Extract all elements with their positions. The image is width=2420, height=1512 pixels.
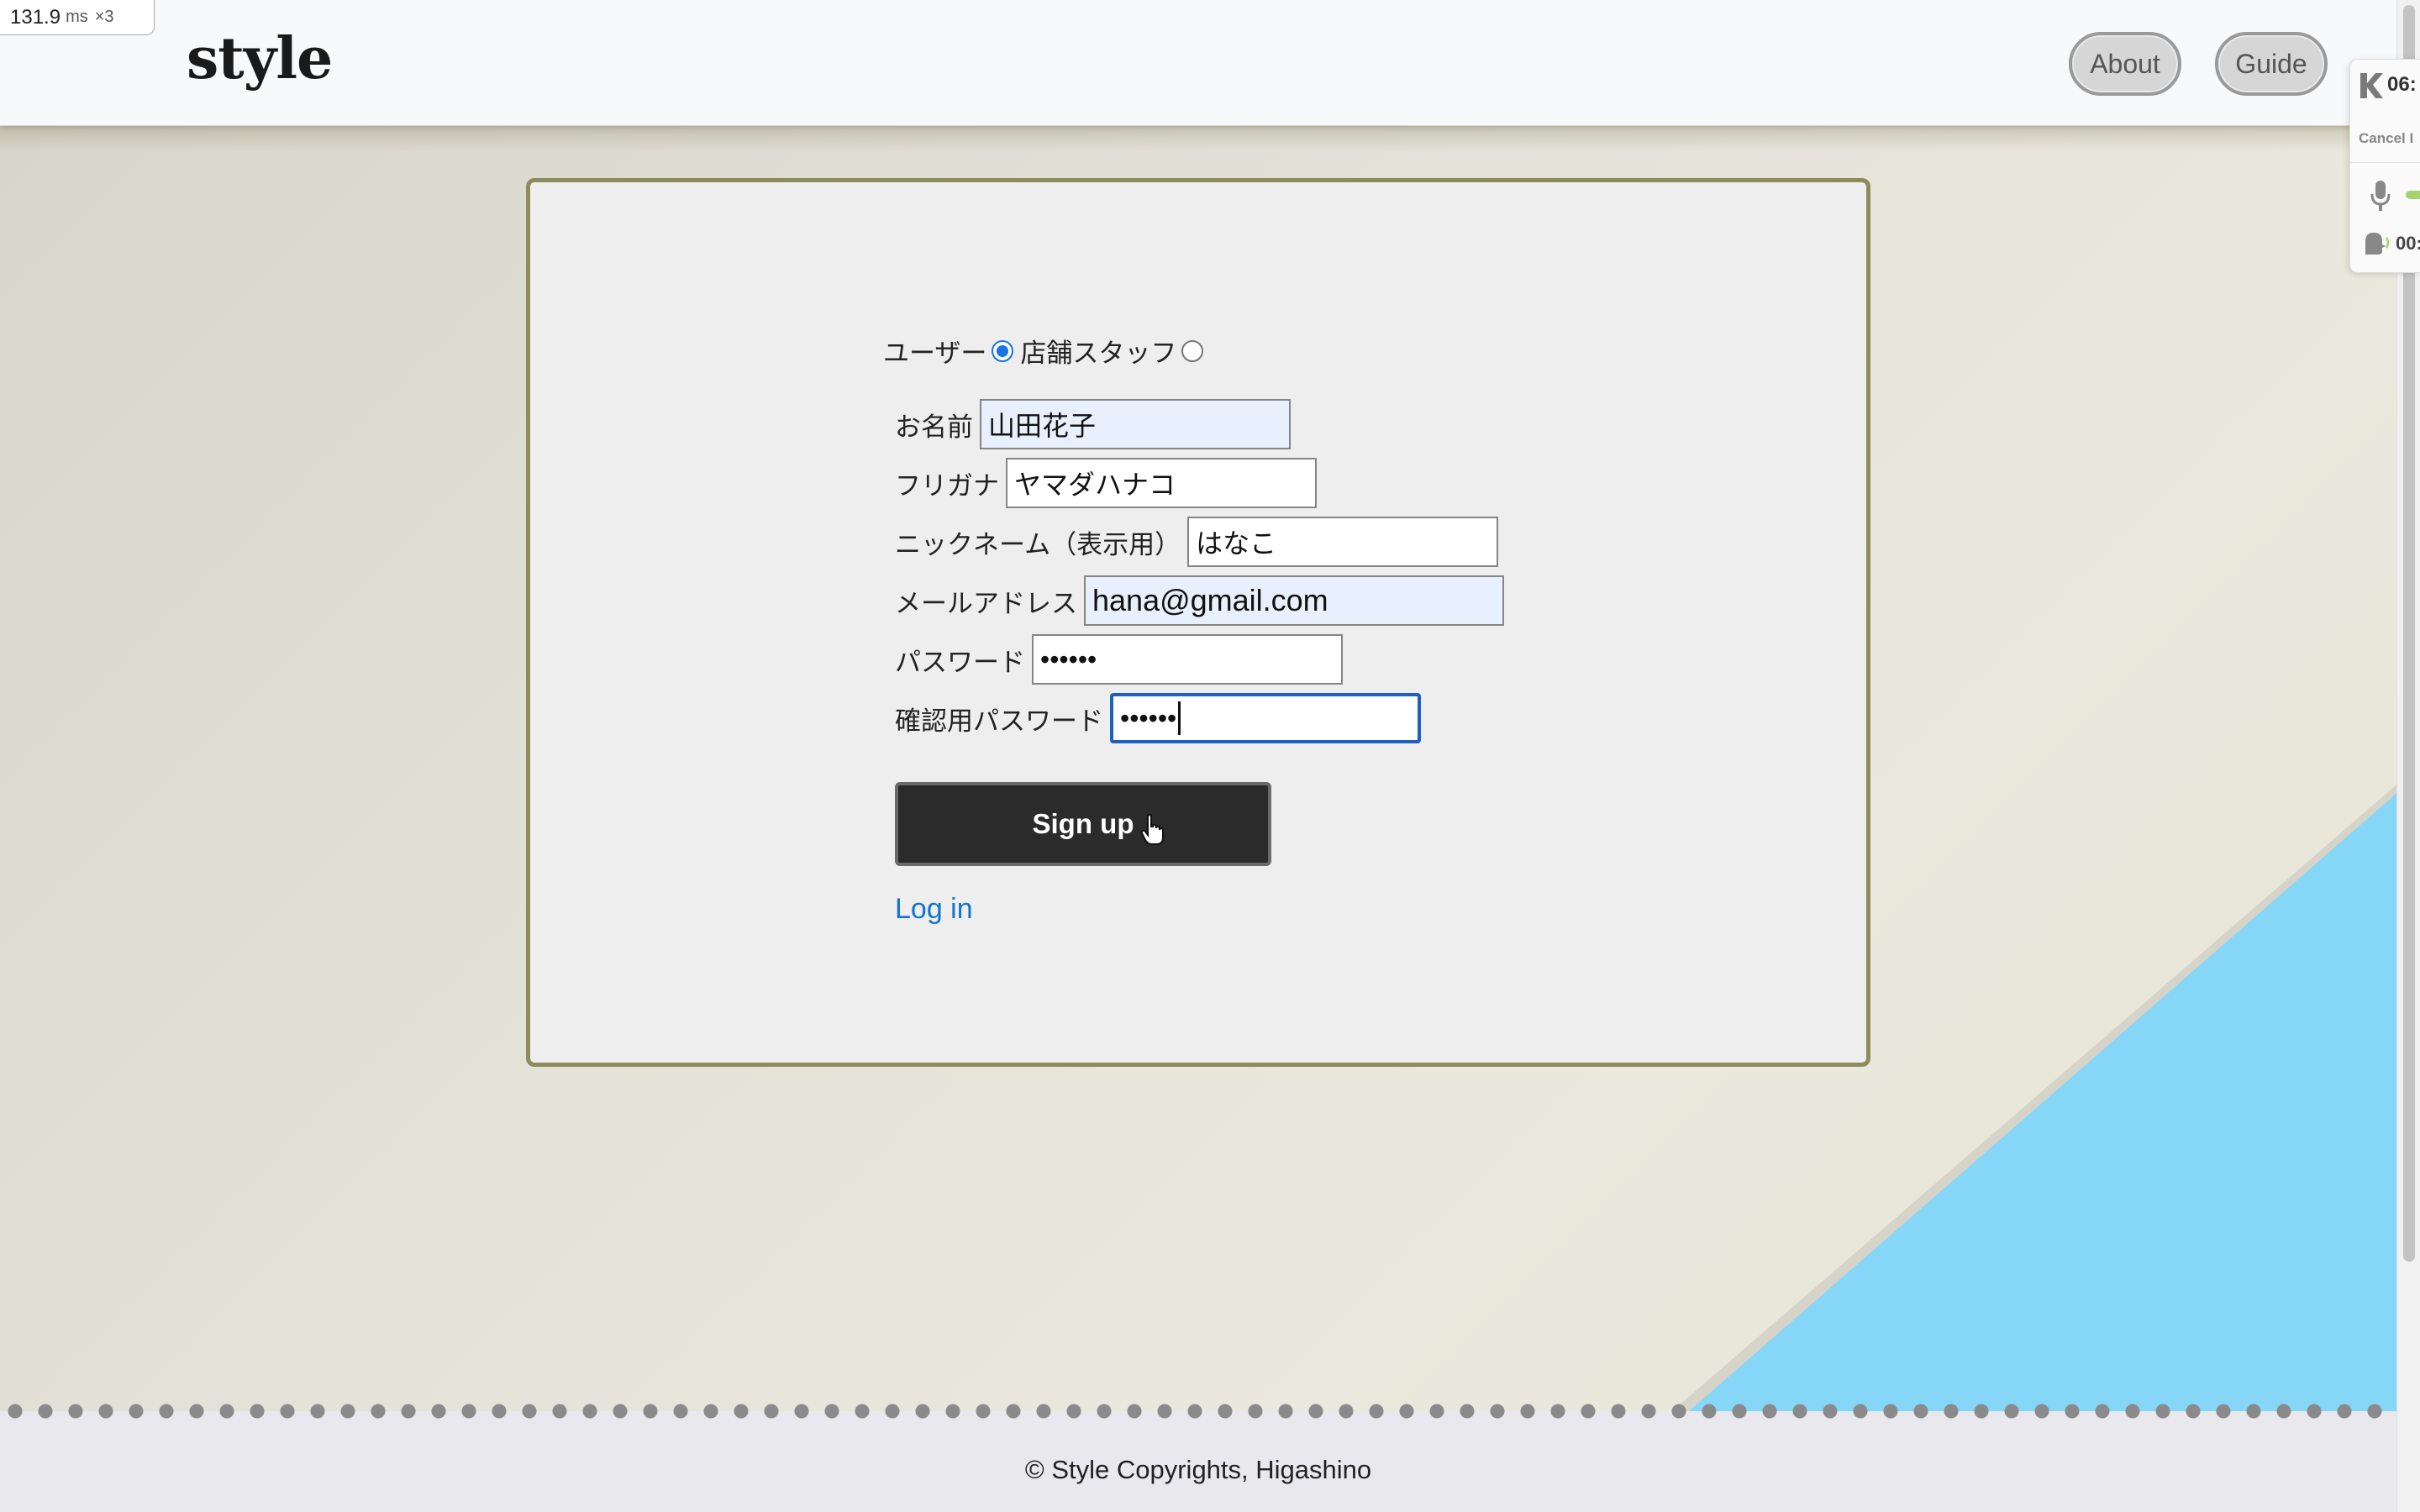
mic-level-indicator: [2406, 191, 2420, 199]
password-confirm-row: 確認用パスワード ••••••: [895, 693, 1421, 743]
recording-widget[interactable]: 06: Cancel I 00:: [2349, 59, 2420, 273]
site-header: style About Guide: [0, 0, 2420, 126]
email-input[interactable]: hana@gmail.com: [1084, 575, 1504, 626]
k-logo-icon: [2360, 73, 2383, 98]
text-caret: [1178, 701, 1181, 735]
login-link[interactable]: Log in: [895, 893, 973, 926]
furigana-input[interactable]: ヤマダハナコ: [1006, 458, 1317, 508]
about-button[interactable]: About: [2069, 32, 2181, 96]
email-label: メールアドレス: [895, 588, 1077, 618]
perf-value: 131.9: [10, 5, 61, 29]
password-confirm-label: 確認用パスワード: [895, 706, 1103, 736]
role-user-radio[interactable]: [992, 339, 1014, 362]
speaker-head-icon[interactable]: [2362, 229, 2392, 258]
footer-dotted-border: [0, 1399, 2396, 1423]
cancel-label[interactable]: Cancel I: [2359, 130, 2413, 147]
nickname-input[interactable]: はなこ: [1187, 517, 1499, 567]
perf-unit: ms: [66, 8, 88, 26]
furigana-row: フリガナ ヤマダハナコ: [895, 458, 1317, 508]
signup-button[interactable]: Sign up: [895, 782, 1271, 866]
password-input[interactable]: ••••••: [1032, 634, 1343, 685]
header-shadow: [0, 126, 2420, 151]
password-confirm-value: ••••••: [1120, 702, 1177, 733]
nickname-label: ニックネーム（表示用）: [895, 529, 1181, 559]
performance-overlay: 131.9 ms ×3: [0, 0, 155, 35]
password-confirm-input[interactable]: ••••••: [1110, 693, 1421, 743]
password-row: パスワード ••••••: [895, 634, 1343, 685]
perf-multiplier: ×3: [94, 8, 114, 26]
microphone-icon[interactable]: [2370, 179, 2391, 213]
footer-copyright: © Style Copyrights, Higashino: [1024, 1455, 1372, 1484]
password-label: パスワード: [895, 647, 1025, 677]
role-user-label: ユーザー: [883, 339, 987, 368]
hand-pointer-cursor-icon: [1140, 814, 1164, 845]
signup-card: ユーザー 店舗スタッフ お名前 山田花子 フリガナ ヤマダハナコ ニックネーム（…: [526, 178, 1870, 1067]
role-selector: ユーザー 店舗スタッフ: [883, 332, 1210, 370]
nickname-row: ニックネーム（表示用） はなこ: [895, 517, 1499, 567]
site-footer: © Style Copyrights, Higashino: [0, 1399, 2396, 1512]
widget-divider: [2350, 162, 2420, 163]
recording-time: 06:: [2387, 73, 2417, 96]
site-logo[interactable]: style: [187, 25, 333, 92]
furigana-label: フリガナ: [895, 470, 999, 501]
email-row: メールアドレス hana@gmail.com: [895, 575, 1504, 626]
name-label: お名前: [895, 412, 973, 442]
guide-button[interactable]: Guide: [2215, 32, 2328, 96]
name-row: お名前 山田花子: [895, 399, 1291, 449]
role-staff-label: 店舗スタッフ: [1020, 339, 1177, 368]
speaker-time: 00:: [2396, 233, 2420, 254]
name-input[interactable]: 山田花子: [980, 399, 1291, 449]
role-staff-radio[interactable]: [1181, 339, 1204, 362]
